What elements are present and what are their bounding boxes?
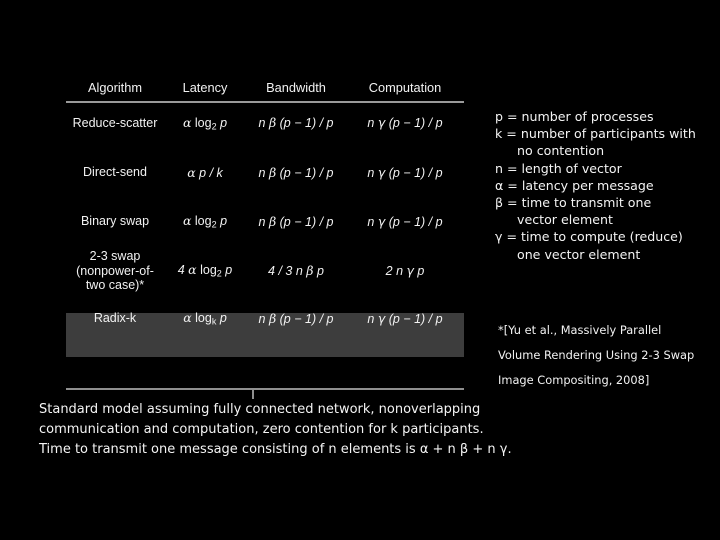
citation-line-2: Volume Rendering Using 2-3 Swap <box>498 348 695 362</box>
cell-computation: n γ (p − 1) / p <box>367 164 443 180</box>
cell-algorithm-line-3: two case)* <box>85 278 145 293</box>
cell-bandwidth: 4 / 3 n β p <box>268 262 324 278</box>
cell-algorithm: Reduce-scatter <box>72 115 158 130</box>
cell-computation: n γ (p − 1) / p <box>367 115 443 131</box>
cell-computation: n γ (p − 1) / p <box>367 310 443 326</box>
comparison-table: Algorithm Latency Bandwidth Computation … <box>66 76 464 341</box>
cell-latency: α log2 p <box>182 213 228 230</box>
table-row: Reduce-scatter α log2 p n β (p − 1) / p … <box>66 100 464 147</box>
table-bottom-rule-tick <box>252 388 254 399</box>
table-row-highlighted: Radix-k α logk p n β (p − 1) / p n γ (p … <box>66 297 464 341</box>
table-row: 2-3 swap (nonpower-of- two case)* 4 α lo… <box>66 245 464 297</box>
table-header-rule <box>66 101 464 103</box>
cell-algorithm-line-1: 2-3 swap <box>89 248 141 263</box>
cell-computation: 2 n γ p <box>385 262 425 278</box>
cell-algorithm: 2-3 swap (nonpower-of- two case)* <box>66 249 164 293</box>
caption-line-2: communication and computation, zero cont… <box>39 422 484 437</box>
slide-canvas: Algorithm Latency Bandwidth Computation … <box>0 0 720 540</box>
column-header-latency: Latency <box>182 80 228 95</box>
cell-algorithm: Radix-k <box>93 311 137 326</box>
column-header-algorithm: Algorithm <box>87 80 143 95</box>
legend-line-alpha: α = latency per message <box>495 177 654 193</box>
caption-line-1: Standard model assuming fully connected … <box>39 402 481 417</box>
log-base: 2 <box>216 268 222 279</box>
cell-bandwidth: n β (p − 1) / p <box>258 310 334 326</box>
citation-line-3: Image Compositing, 2008] <box>498 373 650 387</box>
legend-line-p: p = number of processes <box>495 109 654 124</box>
model-caption: Standard model assuming fully connected … <box>39 400 512 460</box>
cell-algorithm: Binary swap <box>80 214 150 229</box>
cell-latency: α p / k <box>187 164 223 180</box>
citation-line-1: *[Yu et al., Massively Parallel <box>498 323 662 337</box>
legend-line-n: n = length of vector <box>495 160 622 176</box>
cell-computation: n γ (p − 1) / p <box>367 213 443 229</box>
column-header-bandwidth: Bandwidth <box>266 80 326 95</box>
cell-latency: α log2 p <box>182 114 228 132</box>
table-row: Direct-send α p / k n β (p − 1) / p n γ … <box>66 147 464 199</box>
cell-bandwidth: n β (p − 1) / p <box>258 164 334 180</box>
citation-footnote: *[Yu et al., Massively Parallel Volume R… <box>498 318 718 393</box>
legend-line-gamma: γ = time to compute (reduce) <box>495 229 683 245</box>
legend-line-gamma-cont: one vector element <box>517 246 641 262</box>
legend-line-beta-cont: vector element <box>517 212 613 228</box>
symbol-legend: p = number of processes k = number of pa… <box>495 108 715 263</box>
legend-line-beta: β = time to transmit one <box>495 195 652 211</box>
legend-line-k: k = number of participants with <box>495 126 696 142</box>
table-row: Binary swap α log2 p n β (p − 1) / p n γ… <box>66 199 464 245</box>
log-base: 2 <box>211 219 217 230</box>
legend-line-k-cont: no contention <box>517 143 605 159</box>
log-base: 2 <box>211 121 217 132</box>
cell-latency: α logk p <box>183 310 227 327</box>
log-base: k <box>211 316 217 327</box>
column-header-computation: Computation <box>368 80 442 95</box>
table-header-row: Algorithm Latency Bandwidth Computation <box>66 76 464 100</box>
cell-bandwidth: n β (p − 1) / p <box>258 115 334 131</box>
cell-algorithm: Direct-send <box>83 165 147 180</box>
cell-bandwidth: n β (p − 1) / p <box>258 213 334 229</box>
cell-algorithm-line-2: (nonpower-of- <box>76 263 154 278</box>
caption-line-3: Time to transmit one message consisting … <box>39 442 512 457</box>
cell-latency: 4 α log2 p <box>177 262 233 279</box>
table-bottom-rule <box>66 388 464 390</box>
